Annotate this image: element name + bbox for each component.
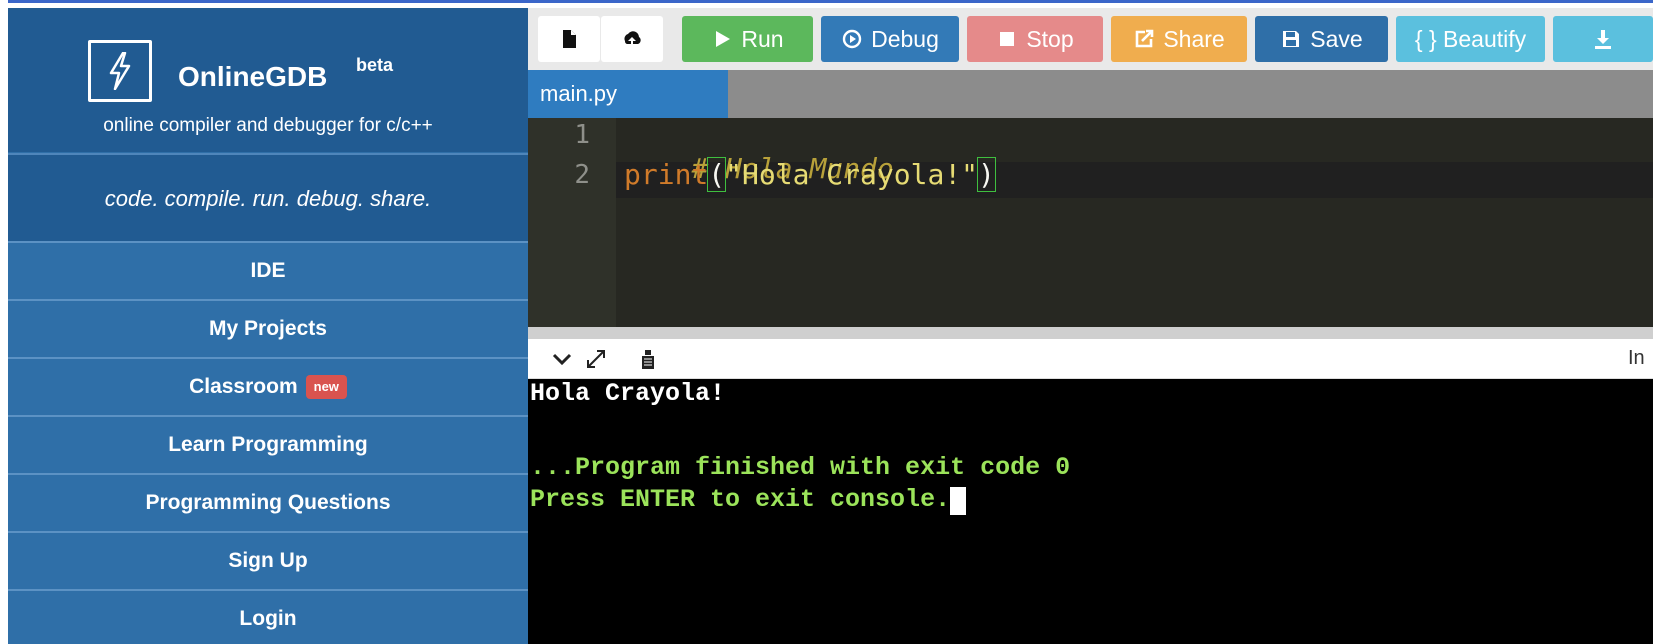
sidebar-item-learn-programming[interactable]: Learn Programming [8,415,528,473]
sidebar-item-label: Learn Programming [168,433,368,456]
console-finished-line: ...Program finished with exit code 0 [530,453,1071,482]
new-file-button[interactable] [538,16,600,62]
sidebar-item-label: Sign Up [228,549,308,572]
download-button[interactable] [1553,16,1653,62]
beta-label: beta [356,55,394,75]
sidebar-item-my-projects[interactable]: My Projects [8,299,528,357]
logo[interactable] [88,40,152,102]
sidebar-item-classroom[interactable]: Classroom new [8,357,528,415]
beautify-button[interactable]: { } Beautify [1396,16,1545,62]
play-icon [716,31,731,47]
save-button[interactable]: Save [1255,16,1388,62]
cloud-upload-icon [624,31,641,47]
brand-header: OnlineGDB beta online compiler and debug… [8,8,528,152]
sidebar-item-label: Programming Questions [145,491,391,514]
run-button[interactable]: Run [682,16,813,62]
stop-label: Stop [1026,25,1074,52]
toolbar: Run Debug Stop Share Save { } Beautify [528,8,1653,70]
stop-square-icon [1000,32,1015,46]
sidebar-item-label: My Projects [209,317,327,340]
sidebar-item-programming-questions[interactable]: Programming Questions [8,473,528,531]
line-gutter: 1 2 [528,118,616,327]
code-paren-open: ( [707,157,727,192]
line-number: 2 [574,160,590,190]
console-output[interactable]: Hola Crayola! ...Program finished with e… [528,379,1653,644]
window-top-border [0,0,1653,8]
code-line: print("Hola Crayola!") [624,157,996,192]
code-paren-close: ) [977,157,996,192]
download-icon [1595,30,1611,49]
sidebar-item-label: IDE [250,259,286,282]
upload-button[interactable] [601,16,663,62]
sidebar-item-label: Classroom [189,375,298,398]
console-output-line: Hola Crayola! [530,379,726,408]
share-icon [1136,29,1154,48]
console-prompt-line: Press ENTER to exit console. [530,485,967,515]
code-editor[interactable]: 1 2 # Hola Mundo print("Hola Crayola!") [528,118,1653,327]
debug-button[interactable]: Debug [821,16,959,62]
text-cursor [950,487,967,515]
console-prompt-text: Press ENTER to exit console. [530,485,951,514]
tagline-box: code. compile. run. debug. share. [8,155,528,241]
input-label: In [1628,347,1645,369]
stop-button[interactable]: Stop [967,16,1103,62]
line-number: 1 [574,120,590,150]
run-label: Run [741,25,784,52]
chevron-down-icon[interactable] [550,347,574,371]
code-function: print [624,158,709,191]
sidebar-item-ide[interactable]: IDE [8,241,528,299]
save-label: Save [1310,25,1363,52]
expand-icon[interactable] [584,347,608,371]
debug-label: Debug [871,25,939,52]
clear-console-icon[interactable] [636,347,660,371]
floppy-icon [1283,31,1300,47]
sidebar-nav: IDE My Projects Classroom new Learn Progr… [8,241,528,644]
beautify-label: { } Beautify [1414,25,1527,52]
file-icon [563,30,576,48]
share-button[interactable]: Share [1111,16,1247,62]
app-subtitle: online compiler and debugger for c/c++ [103,115,433,136]
pane-splitter[interactable] [528,327,1653,339]
tagline: code. compile. run. debug. share. [104,186,432,211]
sidebar-item-login[interactable]: Login [8,589,528,644]
share-label: Share [1163,25,1225,52]
window-left-border [0,0,8,644]
debug-circle-icon [842,29,862,49]
file-tab-strip: main.py [528,70,1653,118]
lightning-bolt-icon [109,52,131,90]
sidebar-item-sign-up[interactable]: Sign Up [8,531,528,589]
sidebar: OnlineGDB beta online compiler and debug… [8,8,528,644]
app-name: OnlineGDB [178,61,328,92]
code-string: "Hola Crayola!" [725,158,979,191]
console-toolbar: In [528,339,1653,379]
new-badge: new [305,375,347,399]
tab-main-py[interactable]: main.py [528,70,728,118]
sidebar-item-label: Login [239,607,297,630]
